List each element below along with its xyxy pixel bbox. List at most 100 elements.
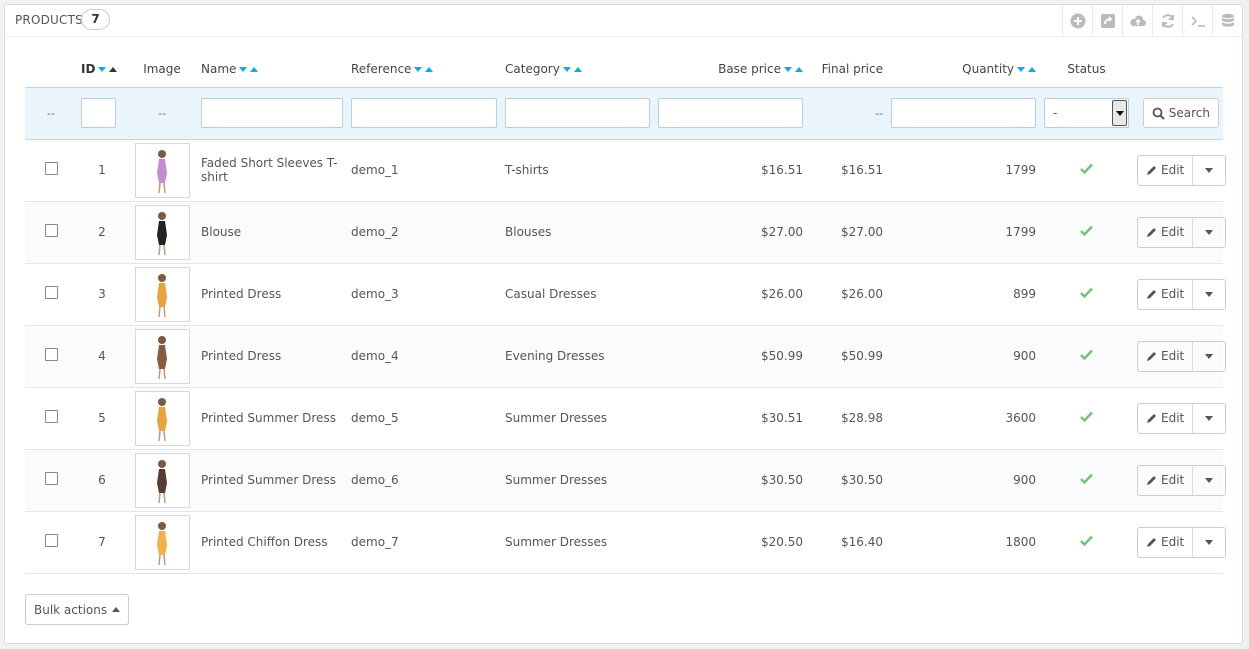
chevron-down-icon[interactable] (1112, 100, 1127, 126)
sort-asc-icon[interactable] (795, 66, 803, 72)
chevron-down-icon (1205, 229, 1214, 235)
edit-button[interactable]: Edit (1138, 341, 1194, 371)
product-quantity: 899 (887, 263, 1040, 326)
check-icon[interactable] (1080, 535, 1093, 547)
row-checkbox[interactable] (44, 348, 58, 361)
row-checkbox[interactable] (44, 534, 58, 547)
table-row: 7 Printed Chiffon Dress demo_7 Summer Dr… (25, 511, 1227, 574)
edit-button-group: Edit (1137, 340, 1227, 372)
check-icon[interactable] (1080, 411, 1093, 423)
product-name[interactable]: Printed Dress (197, 325, 347, 388)
sql-query-icon[interactable] (1182, 5, 1212, 37)
header-quantity[interactable]: Quantity (887, 51, 1040, 87)
sort-desc-icon[interactable] (784, 66, 792, 72)
sort-desc-icon[interactable] (414, 66, 423, 72)
sort-asc-icon[interactable] (250, 66, 259, 72)
header-name[interactable]: Name (197, 51, 347, 87)
edit-button[interactable]: Edit (1138, 527, 1194, 557)
edit-button-group: Edit (1137, 464, 1227, 496)
product-name[interactable]: Printed Dress (197, 263, 347, 326)
product-final-price: $16.40 (807, 511, 887, 574)
table-row: 4 Printed Dress demo_4 Evening Dresses $… (25, 325, 1227, 388)
header-category[interactable]: Category (501, 51, 654, 87)
product-quantity: 3600 (887, 387, 1040, 450)
product-thumbnail (134, 514, 190, 570)
product-name[interactable]: Printed Summer Dress (197, 449, 347, 512)
filter-name-input[interactable] (201, 98, 343, 128)
edit-button[interactable]: Edit (1138, 403, 1194, 433)
sort-desc-icon[interactable] (98, 66, 107, 72)
row-checkbox[interactable] (44, 410, 58, 423)
product-base-price: $16.51 (654, 139, 807, 202)
check-icon[interactable] (1080, 163, 1093, 175)
filter-status-select[interactable]: - (1044, 98, 1129, 128)
check-icon[interactable] (1080, 473, 1093, 485)
sort-desc-icon[interactable] (562, 66, 571, 72)
actions-dropdown-toggle[interactable] (1193, 218, 1225, 247)
product-name[interactable]: Blouse (197, 201, 347, 264)
edit-button[interactable]: Edit (1138, 465, 1194, 495)
actions-dropdown-toggle[interactable] (1193, 404, 1225, 433)
check-icon[interactable] (1080, 287, 1093, 299)
header-id[interactable]: ID (77, 51, 127, 87)
refresh-icon[interactable] (1152, 5, 1182, 37)
product-name[interactable]: Printed Summer Dress (197, 387, 347, 450)
actions-dropdown-toggle[interactable] (1193, 342, 1225, 371)
actions-dropdown-toggle[interactable] (1193, 156, 1225, 185)
product-count-badge: 7 (81, 9, 110, 30)
product-name[interactable]: Printed Chiffon Dress (197, 511, 347, 574)
edit-button-group: Edit (1137, 278, 1227, 310)
header-base-price[interactable]: Base price (654, 51, 807, 87)
sort-desc-icon[interactable] (1017, 66, 1025, 72)
sort-asc-icon[interactable] (573, 66, 582, 72)
filter-id-input[interactable] (81, 98, 116, 128)
edit-button[interactable]: Edit (1138, 217, 1194, 247)
filter-reference-input[interactable] (351, 98, 497, 128)
product-base-price: $30.50 (654, 449, 807, 512)
product-name[interactable]: Faded Short Sleeves T-shirt (197, 139, 347, 202)
filter-quantity-input[interactable] (891, 98, 1036, 128)
sort-desc-icon[interactable] (239, 66, 248, 72)
pencil-icon (1147, 475, 1156, 485)
row-checkbox[interactable] (44, 224, 58, 237)
header-reference[interactable]: Reference (347, 51, 501, 87)
add-new-icon[interactable] (1062, 5, 1092, 37)
actions-dropdown-toggle[interactable] (1193, 528, 1225, 557)
search-button[interactable]: Search (1142, 98, 1219, 128)
dress-model-icon (156, 273, 167, 317)
product-base-price: $26.00 (654, 263, 807, 326)
filter-category-input[interactable] (505, 98, 650, 128)
product-category: Summer Dresses (501, 387, 654, 450)
filter-placeholder: -- (875, 107, 883, 120)
bulk-actions-button[interactable]: Bulk actions (25, 594, 130, 625)
product-category: Blouses (501, 201, 654, 264)
table-row: 1 Faded Short Sleeves T-shirt demo_1 T-s… (25, 139, 1227, 202)
row-checkbox[interactable] (44, 472, 58, 485)
edit-button[interactable]: Edit (1138, 279, 1194, 309)
product-thumbnail (134, 328, 190, 384)
product-base-price: $30.51 (654, 387, 807, 450)
product-thumbnail (134, 204, 190, 260)
check-icon[interactable] (1080, 349, 1093, 361)
product-quantity: 1799 (887, 201, 1040, 264)
filter-base-price-input[interactable] (658, 98, 803, 128)
row-checkbox[interactable] (44, 286, 58, 299)
product-category: Evening Dresses (501, 325, 654, 388)
product-thumbnail (134, 390, 190, 446)
row-checkbox[interactable] (44, 162, 58, 175)
product-base-price: $27.00 (654, 201, 807, 264)
actions-dropdown-toggle[interactable] (1193, 280, 1225, 309)
sort-asc-icon[interactable] (425, 66, 434, 72)
actions-dropdown-toggle[interactable] (1193, 466, 1225, 495)
edit-button[interactable]: Edit (1138, 155, 1194, 185)
check-icon[interactable] (1080, 225, 1093, 237)
product-id: 4 (77, 325, 127, 388)
sort-asc-icon[interactable] (1028, 66, 1036, 72)
product-thumbnail (134, 266, 190, 322)
product-reference: demo_3 (347, 263, 501, 326)
export-icon[interactable] (1092, 5, 1122, 37)
sql-manager-icon[interactable] (1212, 5, 1242, 37)
import-icon[interactable] (1122, 5, 1152, 37)
sort-asc-icon[interactable] (109, 66, 118, 72)
dress-model-icon (156, 149, 167, 193)
